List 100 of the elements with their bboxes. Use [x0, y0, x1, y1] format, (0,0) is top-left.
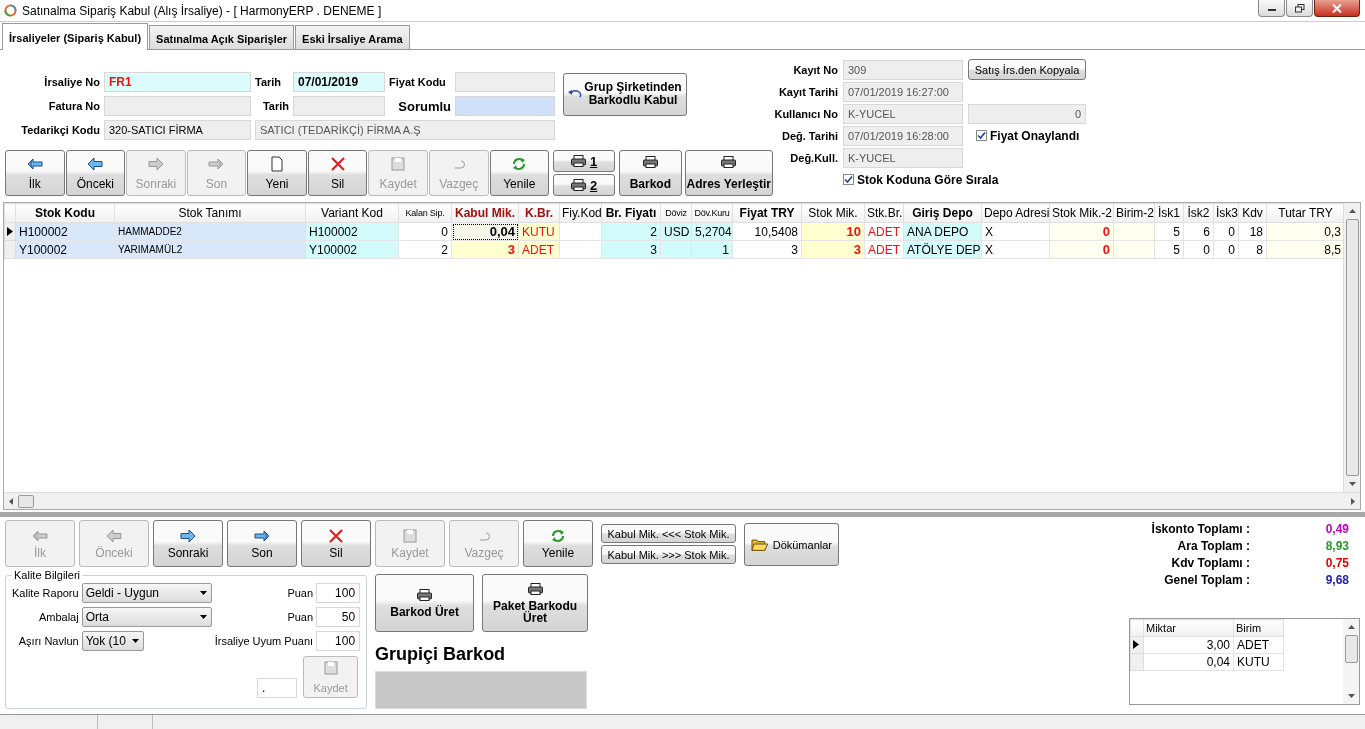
input-field[interactable]: 0: [968, 103, 1086, 124]
input-field[interactable]: [104, 96, 251, 116]
column-header[interactable]: Fiyat TRY: [732, 203, 802, 223]
tab[interactable]: Satınalma Açık Siparişler: [149, 25, 295, 49]
table-cell[interactable]: ADET: [864, 222, 904, 241]
table-cell[interactable]: 0: [398, 222, 452, 241]
input-field[interactable]: 309: [843, 59, 963, 80]
table-cell[interactable]: ADET: [1233, 636, 1284, 654]
barcode-field[interactable]: [375, 671, 588, 709]
close-button[interactable]: [1314, 0, 1360, 17]
input-field[interactable]: 100: [316, 583, 361, 603]
column-header[interactable]: Kdv: [1238, 203, 1267, 223]
column-header[interactable]: Stok Mik.-2: [1049, 203, 1114, 223]
row-indicator[interactable]: [4, 222, 16, 241]
input-field[interactable]: SATICI (TEDARİKÇİ) FİRMA A.Ş: [255, 120, 555, 140]
column-header[interactable]: İsk3: [1213, 203, 1239, 223]
column-header[interactable]: Giriş Depo: [903, 203, 982, 223]
column-header[interactable]: Depo Adresi: [981, 203, 1050, 223]
scroll-up-icon[interactable]: [1348, 209, 1356, 213]
minimize-button[interactable]: [1258, 0, 1285, 17]
column-header[interactable]: Stk.Br.: [864, 203, 904, 223]
column-header[interactable]: Birim-2: [1113, 203, 1155, 223]
column-header[interactable]: Birim: [1233, 619, 1284, 637]
print-button[interactable]: 2: [553, 174, 616, 196]
checkbox[interactable]: [843, 174, 854, 185]
toolbar-button[interactable]: İlk: [5, 150, 65, 196]
date-field[interactable]: 07/01/2019: [293, 72, 385, 92]
row-indicator[interactable]: [1130, 636, 1144, 654]
input-field[interactable]: K-YUCEL: [843, 103, 963, 124]
horizontal-scrollbar[interactable]: [4, 492, 1360, 509]
table-cell[interactable]: X: [981, 222, 1050, 241]
table-cell[interactable]: 3: [732, 240, 802, 259]
column-header[interactable]: Tutar TRY: [1266, 203, 1343, 223]
checkbox[interactable]: [976, 130, 987, 141]
table-cell[interactable]: 5: [1154, 240, 1184, 259]
vertical-scrollbar[interactable]: [1343, 619, 1359, 704]
barcode-button[interactable]: Paket Barkodu Üret: [482, 574, 589, 632]
table-cell[interactable]: 10,5408: [732, 222, 802, 241]
dropdown[interactable]: Geldi - Uygun: [81, 583, 212, 603]
table-cell[interactable]: X: [981, 240, 1050, 259]
scroll-thumb[interactable]: [1344, 635, 1358, 663]
scroll-thumb[interactable]: [18, 494, 34, 508]
group-barcode-button[interactable]: Grup Şirketinden Barkodlu Kabul: [563, 72, 687, 116]
tab[interactable]: İrsaliyeler (Sipariş Kabul): [2, 23, 149, 50]
documents-button[interactable]: Dökümanlar: [744, 523, 839, 566]
input-field[interactable]: [455, 96, 555, 116]
scroll-up-icon[interactable]: [1347, 625, 1355, 629]
column-header[interactable]: İsk1: [1154, 203, 1184, 223]
column-header[interactable]: İsk2: [1183, 203, 1214, 223]
column-header[interactable]: Br. Fiyatı: [601, 203, 661, 223]
input-field[interactable]: .: [257, 678, 298, 698]
toolbar-button[interactable]: Yenile: [489, 150, 550, 196]
toolbar-button[interactable]: Sonraki: [153, 520, 223, 567]
table-cell[interactable]: ADET: [864, 240, 904, 259]
column-header[interactable]: Stok Mik.: [801, 203, 865, 223]
table-cell[interactable]: 3,00: [1143, 636, 1234, 654]
barcode-button[interactable]: Barkod Üret: [375, 574, 475, 632]
table-cell[interactable]: 0: [1183, 240, 1214, 259]
toolbar-button[interactable]: Sil: [301, 520, 371, 567]
column-header[interactable]: Kabul Mik.: [451, 203, 519, 223]
column-header[interactable]: Stok Kodu: [15, 203, 115, 223]
table-cell[interactable]: 8: [1238, 240, 1267, 259]
toolbar-button[interactable]: Sil: [307, 150, 368, 196]
dropdown[interactable]: Yok (10: [81, 631, 144, 651]
input-field[interactable]: 100: [316, 631, 361, 651]
scroll-thumb[interactable]: [1345, 219, 1359, 476]
toolbar-button[interactable]: Yeni: [247, 150, 307, 196]
copy-button[interactable]: Satış İrs.den Kopyala: [968, 59, 1086, 80]
address-button[interactable]: Adres Yerleştir: [684, 150, 773, 196]
table-cell[interactable]: 6: [1183, 222, 1214, 241]
toolbar-button[interactable]: Son: [227, 520, 297, 567]
table-cell[interactable]: 2: [398, 240, 452, 259]
input-field[interactable]: 320-SATICI FİRMA: [104, 120, 251, 140]
date-field[interactable]: [293, 96, 385, 116]
input-field[interactable]: FR1: [104, 72, 251, 92]
transfer-button[interactable]: Kabul Mik. >>> Stok Mik.: [601, 545, 736, 564]
input-field[interactable]: 50: [316, 607, 361, 627]
scroll-down-icon[interactable]: [1348, 482, 1356, 486]
table-cell[interactable]: 5: [1154, 222, 1184, 241]
print-button[interactable]: 1: [553, 150, 616, 172]
table-cell[interactable]: KUTU: [1233, 653, 1284, 671]
table-cell[interactable]: 0: [1213, 222, 1239, 241]
barcode-button[interactable]: Barkod: [619, 150, 682, 196]
table-cell[interactable]: 0: [1213, 240, 1239, 259]
column-header[interactable]: Stok Tanımı: [114, 203, 306, 223]
input-field[interactable]: [455, 72, 555, 92]
input-field[interactable]: K-YUCEL: [843, 147, 963, 168]
tab[interactable]: Eski İrsaliye Arama: [295, 25, 410, 49]
input-field[interactable]: 07/01/2019 16:27:00: [843, 81, 963, 102]
column-header[interactable]: Döviz: [660, 203, 692, 223]
table-cell[interactable]: 18: [1238, 222, 1267, 241]
column-header[interactable]: Miktar: [1143, 619, 1234, 637]
toolbar-button[interactable]: Yenile: [523, 520, 593, 567]
scroll-right-icon[interactable]: [1351, 497, 1355, 505]
dropdown[interactable]: Orta: [81, 607, 212, 627]
restore-button[interactable]: [1286, 0, 1313, 17]
column-header[interactable]: Variant Kod: [305, 203, 399, 223]
toolbar-button[interactable]: Önceki: [65, 150, 126, 196]
input-field[interactable]: 07/01/2019 16:28:00: [843, 125, 963, 146]
column-header[interactable]: Fiy.Kod: [559, 203, 602, 223]
